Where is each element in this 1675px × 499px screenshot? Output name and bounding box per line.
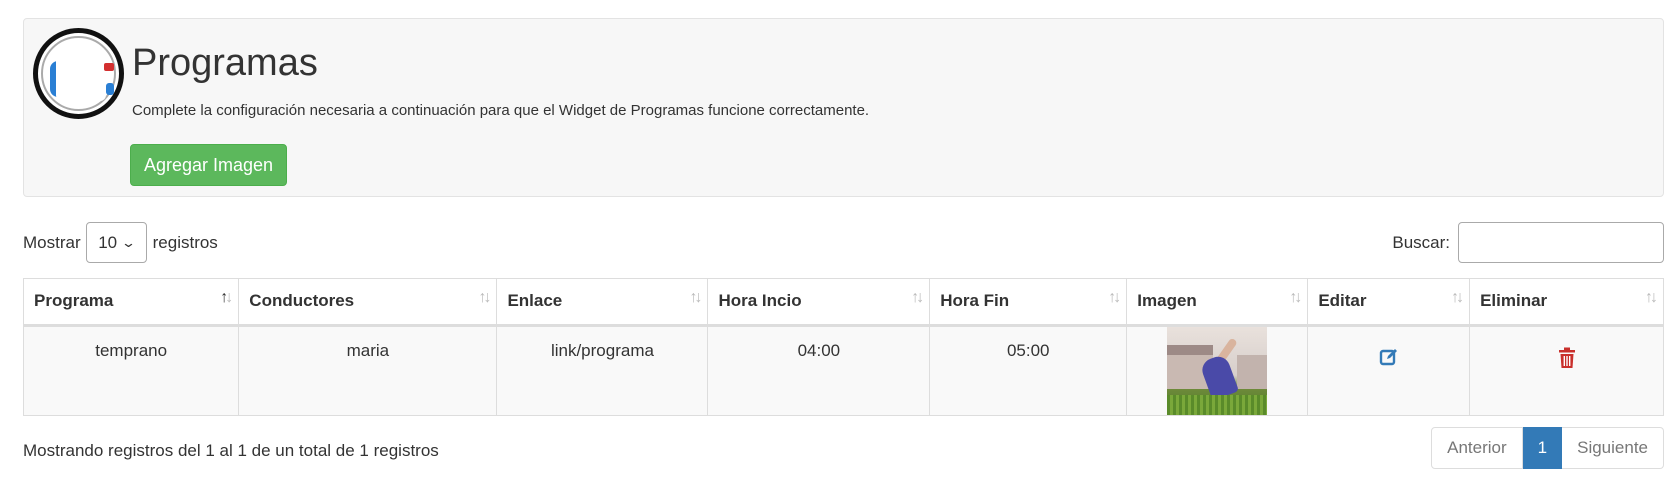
page-length-value: 10: [98, 232, 118, 252]
table-row: temprano maria link/programa 04:00 05:00: [22, 325, 1664, 416]
edit-icon[interactable]: [1379, 347, 1399, 372]
column-header-hora-inicio[interactable]: Hora Incio ↑↓: [707, 278, 931, 327]
column-label: Enlace: [507, 291, 563, 310]
add-image-button[interactable]: Agregar Imagen: [130, 144, 287, 186]
column-label: Imagen: [1137, 291, 1197, 310]
column-header-programa[interactable]: Programa ↑↓: [22, 278, 240, 327]
table-info: Mostrando registros del 1 al 1 de un tot…: [23, 441, 439, 460]
sort-ascending-icon: ↑↓: [220, 289, 233, 306]
chevron-down-icon: ⌄: [120, 234, 137, 250]
page-title: Programas: [132, 42, 318, 84]
column-header-enlace[interactable]: Enlace ↑↓: [496, 278, 709, 327]
column-label: Conductores: [249, 291, 355, 310]
programs-table: Programa ↑↓ Conductores ↑↓ Enlace ↑↓ Hor…: [22, 278, 1664, 416]
sort-icon: ↑↓: [911, 289, 924, 306]
header-panel: Programas Complete la configuración nece…: [23, 18, 1664, 197]
cell-conductores: maria: [238, 325, 498, 416]
page-length-control: Mostrar 10 ⌄ registros: [23, 222, 218, 263]
search-input[interactable]: [1458, 222, 1664, 263]
trash-icon[interactable]: [1558, 347, 1576, 374]
sort-icon: ↑↓: [1108, 289, 1121, 306]
column-header-eliminar[interactable]: Eliminar ↑↓: [1469, 278, 1664, 327]
search-control: Buscar:: [1392, 222, 1664, 263]
cell-enlace: link/programa: [496, 325, 709, 416]
table-header-row: Programa ↑↓ Conductores ↑↓ Enlace ↑↓ Hor…: [22, 278, 1664, 327]
column-header-conductores[interactable]: Conductores ↑↓: [238, 278, 498, 327]
column-label: Programa: [34, 291, 114, 310]
cell-eliminar: [1469, 325, 1664, 416]
page-1-button[interactable]: 1: [1522, 427, 1563, 469]
column-header-imagen[interactable]: Imagen ↑↓: [1126, 278, 1309, 327]
sort-icon: ↑↓: [1645, 289, 1658, 306]
page-subtitle: Complete la configuración necesaria a co…: [132, 102, 870, 119]
page-length-select[interactable]: 10 ⌄: [85, 222, 147, 263]
column-label: Eliminar: [1480, 291, 1548, 310]
cell-hora-inicio: 04:00: [707, 325, 931, 416]
previous-page-button[interactable]: Anterior: [1431, 427, 1523, 469]
page: Programas Complete la configuración nece…: [0, 0, 1675, 499]
cell-programa: temprano: [22, 325, 240, 416]
cell-imagen: [1126, 325, 1309, 416]
records-label: registros: [152, 232, 218, 252]
column-header-editar[interactable]: Editar ↑↓: [1307, 278, 1471, 327]
next-page-button[interactable]: Siguiente: [1562, 427, 1664, 469]
cell-editar: [1307, 325, 1471, 416]
program-thumbnail: [1167, 327, 1268, 415]
sort-icon: ↑↓: [689, 289, 702, 306]
pagination: Anterior 1 Siguiente: [1431, 427, 1664, 469]
column-label: Hora Fin: [940, 291, 1010, 310]
app-logo: [33, 28, 124, 119]
column-header-hora-fin[interactable]: Hora Fin ↑↓: [929, 278, 1128, 327]
sort-icon: ↑↓: [478, 289, 491, 306]
show-label: Mostrar: [23, 232, 81, 252]
column-label: Editar: [1318, 291, 1367, 310]
sort-icon: ↑↓: [1289, 289, 1302, 306]
search-label: Buscar:: [1392, 232, 1450, 252]
sort-icon: ↑↓: [1451, 289, 1464, 306]
cell-hora-fin: 05:00: [929, 325, 1128, 416]
column-label: Hora Incio: [718, 291, 802, 310]
